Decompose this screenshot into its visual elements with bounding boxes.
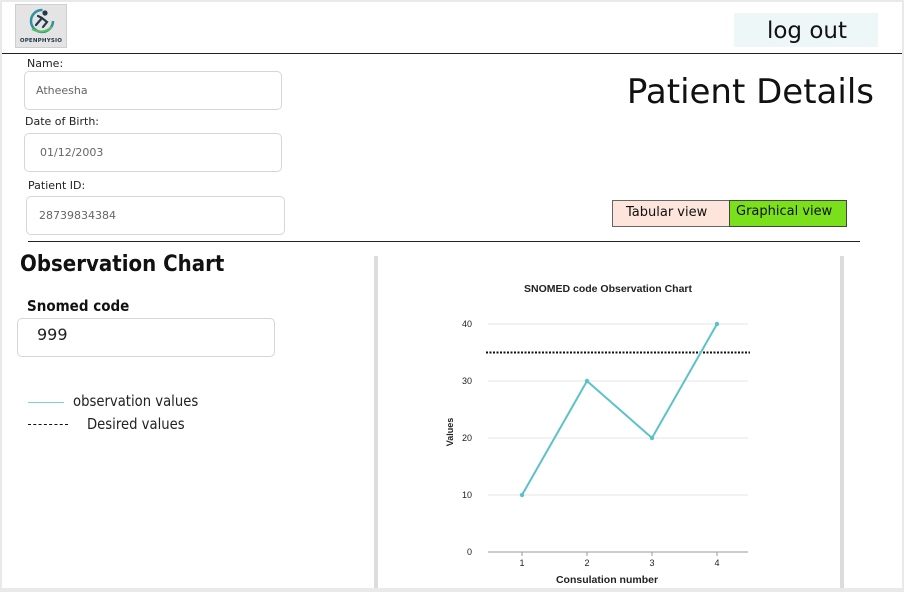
snomed-code-input[interactable]: 999	[17, 318, 275, 357]
data-point	[584, 378, 590, 384]
data-point	[649, 435, 655, 441]
observation-series-layer	[519, 321, 720, 498]
observation-chart-title: Observation Chart	[20, 252, 225, 277]
tab-tabular-view[interactable]: Tabular view	[612, 200, 730, 227]
y-tick-label: 30	[462, 376, 472, 386]
y-axis-label: Values	[445, 418, 455, 447]
name-label: Name:	[27, 57, 64, 70]
patient-id-field[interactable]: 28739834384	[26, 196, 285, 235]
x-tick-label: 4	[714, 558, 719, 568]
name-field[interactable]: Atheesha	[24, 71, 282, 110]
legend-solid-line	[28, 402, 64, 403]
chart-axes: 0 10 20 30 40 1 2 3 4	[462, 319, 748, 568]
data-point	[714, 321, 720, 327]
y-tick-label: 10	[462, 490, 472, 500]
data-point	[519, 492, 525, 498]
logo-text: OPENPHYSIO	[19, 38, 63, 44]
observation-values-line	[521, 323, 718, 496]
snomed-code-label: Snomed code	[27, 297, 130, 315]
legend-dotted-line	[28, 424, 68, 425]
x-tick-label: 2	[584, 558, 589, 568]
tab-graphical-view[interactable]: Graphical view	[729, 200, 847, 227]
observation-line-chart: SNOMED code Observation Chart 0 10 20 30 40 1…	[445, 283, 750, 586]
section-divider	[28, 241, 860, 242]
patient-id-label: Patient ID:	[28, 179, 86, 192]
x-tick-label: 3	[649, 558, 654, 568]
openphysio-logo: OPENPHYSIO	[15, 4, 67, 48]
logout-button[interactable]: log out	[734, 13, 878, 47]
page-title: Patient Details	[626, 72, 874, 112]
y-tick-label: 20	[462, 433, 472, 443]
legend-label-desired: Desired values	[87, 415, 185, 433]
y-tick-label: 0	[467, 547, 472, 557]
x-axis-label: Consulation number	[556, 574, 658, 586]
dob-label: Date of Birth:	[25, 115, 100, 128]
page: OPENPHYSIO log out Name: Atheesha Date o…	[2, 2, 902, 588]
dob-field[interactable]: 01/12/2003	[24, 133, 282, 172]
header-divider	[2, 53, 902, 54]
chart-panel: SNOMED code Observation Chart 0 10 20 30 40 1…	[374, 256, 844, 588]
x-tick-label: 1	[519, 558, 524, 568]
y-tick-label: 40	[462, 319, 472, 329]
legend-label-observation: observation values	[73, 392, 199, 410]
chart-title: SNOMED code Observation Chart	[524, 283, 693, 295]
